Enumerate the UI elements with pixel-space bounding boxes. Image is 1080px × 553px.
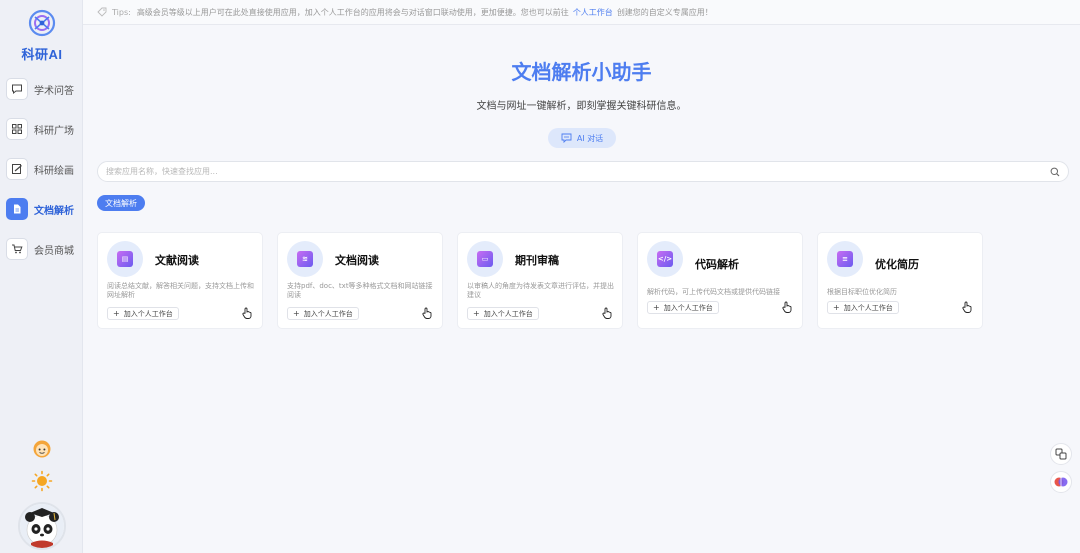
document-icon: [6, 198, 28, 220]
search-box: [97, 161, 1069, 182]
tips-text: 高级会员等级以上用户可在此处直接使用应用，加入个人工作台的应用将会与对话窗口联动…: [136, 7, 569, 17]
tag-icon: [97, 7, 107, 17]
grid-icon: [6, 118, 28, 140]
app-logo-text: 科研AI: [21, 47, 63, 62]
plus-icon: +: [113, 309, 120, 318]
add-to-workspace-label: 加入个人工作台: [663, 303, 713, 312]
search-icon[interactable]: [1050, 167, 1060, 177]
app-card-code-analysis[interactable]: </> 代码解析 解析代码，可上传代码文档或提供代码链接 + 加入个人工作台: [637, 232, 803, 329]
cart-icon: [6, 238, 28, 260]
ai-chat-button-label: AI 对话: [576, 133, 604, 143]
sidebar-item-label: 会员商城: [34, 245, 74, 257]
pointer-hand-icon[interactable]: [781, 301, 793, 313]
translate-float-button[interactable]: [1050, 443, 1072, 465]
plus-icon: +: [293, 309, 300, 318]
app-card-literature[interactable]: ▤ 文献阅读 阅读总结文献，解答相关问题，支持文档上传和网址解析 + 加入个人工作…: [97, 232, 263, 329]
plus-icon: +: [653, 303, 660, 312]
add-to-workspace-button[interactable]: + 加入个人工作台: [287, 307, 359, 320]
plus-icon: +: [833, 303, 840, 312]
category-tag[interactable]: 文档解析: [97, 195, 145, 211]
add-to-workspace-label: 加入个人工作台: [843, 303, 893, 312]
avatar[interactable]: [18, 502, 66, 550]
add-to-workspace-button[interactable]: + 加入个人工作台: [827, 301, 899, 314]
tips-suffix: 创建您的自定义专属应用！: [616, 7, 713, 17]
search-input[interactable]: [106, 167, 1050, 176]
card-description: 解析代码，可上传代码文档或提供代码链接: [647, 288, 780, 296]
plus-icon: +: [473, 309, 480, 318]
card-description: 以审稿人的角度为待发表文章进行评估，并提出建议: [467, 282, 614, 299]
sidebar-item-parse[interactable]: 文档解析: [6, 196, 78, 222]
add-to-workspace-label: 加入个人工作台: [303, 309, 353, 318]
layers-icon: ≋: [287, 241, 323, 277]
app-logo[interactable]: 科研AI: [12, 8, 72, 63]
resume-icon: ≡: [827, 241, 863, 277]
sidebar-item-label: 科研绘画: [34, 165, 74, 177]
card-title: 优化简历: [875, 258, 919, 271]
page-subtitle: 文档与网址一键解析，即刻掌握关键科研信息。: [476, 101, 687, 112]
add-to-workspace-button[interactable]: + 加入个人工作台: [467, 307, 539, 320]
pointer-hand-icon[interactable]: [421, 307, 433, 319]
card-title: 代码解析: [695, 258, 739, 271]
app-card-document[interactable]: ≋ 文档阅读 支持pdf、doc、txt等多种格式文档和网站链接阅读 + 加入个人…: [277, 232, 443, 329]
sidebar-item-label: 学术问答: [34, 85, 74, 97]
paint-icon: [6, 158, 28, 180]
tips-prefix: Tips:: [112, 7, 131, 17]
app-card-resume[interactable]: ≡ 优化简历 根据目标职位优化简历 + 加入个人工作台: [817, 232, 983, 329]
sidebar: 科研AI 学术问答 科研广场 科研绘画 文档解析 会员商城: [0, 0, 83, 553]
pointer-hand-icon[interactable]: [601, 307, 613, 319]
sun-theme-icon[interactable]: [31, 470, 53, 492]
add-to-workspace-label: 加入个人工作台: [123, 309, 173, 318]
card-title: 文献阅读: [155, 254, 199, 267]
sidebar-item-square[interactable]: 科研广场: [6, 116, 78, 142]
card-description: 阅读总结文献，解答相关问题，支持文档上传和网址解析: [107, 282, 254, 299]
add-to-workspace-button[interactable]: + 加入个人工作台: [107, 307, 179, 320]
panda-avatar-icon: [20, 504, 64, 548]
sidebar-item-shop[interactable]: 会员商城: [6, 236, 78, 262]
sidebar-item-label: 文档解析: [34, 205, 74, 217]
page-title: 文档解析小助手: [511, 60, 652, 84]
code-icon: </>: [647, 241, 683, 277]
sidebar-nav: 学术问答 科研广场 科研绘画 文档解析 会员商城: [6, 76, 78, 276]
pointer-hand-icon[interactable]: [961, 301, 973, 313]
card-description: 根据目标职位优化简历: [827, 288, 897, 296]
tips-bar: Tips: 高级会员等级以上用户可在此处直接使用应用，加入个人工作台的应用将会与…: [83, 0, 1080, 25]
folder-icon: ▭: [467, 241, 503, 277]
chat-bubble-icon: [561, 133, 572, 143]
add-to-workspace-label: 加入个人工作台: [483, 309, 533, 318]
add-to-workspace-button[interactable]: + 加入个人工作台: [647, 301, 719, 314]
translate-icon: [1055, 448, 1067, 460]
brain-logo-icon: [28, 9, 56, 37]
ai-chat-button[interactable]: AI 对话: [548, 128, 616, 148]
book-icon: ▤: [107, 241, 143, 277]
card-description: 支持pdf、doc、txt等多种格式文档和网站链接阅读: [287, 282, 433, 299]
card-title: 期刊审稿: [515, 254, 559, 267]
pointer-hand-icon[interactable]: [241, 307, 253, 319]
chat-icon: [6, 78, 28, 100]
sidebar-item-draw[interactable]: 科研绘画: [6, 156, 78, 182]
sidebar-item-qa[interactable]: 学术问答: [6, 76, 78, 102]
mascot-icon[interactable]: [32, 439, 52, 459]
card-title: 文档阅读: [335, 254, 379, 267]
brain-icon: [1054, 477, 1068, 487]
personal-workspace-link[interactable]: 个人工作台: [573, 7, 613, 18]
sidebar-item-label: 科研广场: [34, 125, 74, 137]
brain-float-button[interactable]: [1050, 471, 1072, 493]
app-card-journal-review[interactable]: ▭ 期刊审稿 以审稿人的角度为待发表文章进行评估，并提出建议 + 加入个人工作台: [457, 232, 623, 329]
